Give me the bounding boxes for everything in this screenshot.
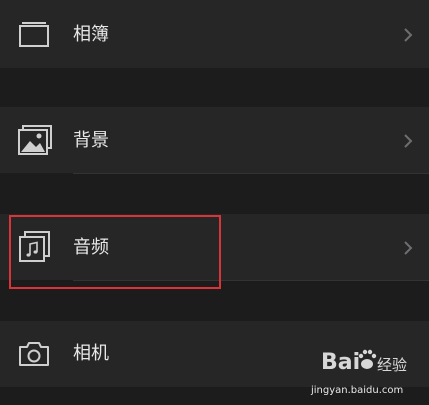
highlight-box bbox=[9, 215, 221, 289]
chevron-right-icon bbox=[403, 133, 413, 149]
camera-icon bbox=[18, 341, 50, 371]
chevron-right-icon bbox=[403, 240, 413, 256]
paw-icon bbox=[357, 348, 377, 376]
image-icon bbox=[18, 125, 52, 159]
baidu-jingyan-watermark: Bai 经验 jingyan.baidu.com bbox=[311, 346, 408, 396]
divider bbox=[73, 173, 429, 174]
watermark-brand: Bai bbox=[321, 350, 361, 375]
menu-item-albums[interactable]: 相簿 bbox=[0, 0, 429, 68]
background-label: 背景 bbox=[73, 130, 109, 151]
menu-item-background[interactable]: 背景 bbox=[0, 107, 429, 173]
watermark-sub: 经验 bbox=[377, 356, 408, 374]
chevron-right-icon bbox=[403, 27, 413, 43]
albums-label: 相簿 bbox=[73, 24, 109, 45]
album-icon bbox=[18, 20, 50, 52]
camera-label: 相机 bbox=[73, 343, 109, 364]
watermark-url: jingyan.baidu.com bbox=[311, 385, 404, 396]
